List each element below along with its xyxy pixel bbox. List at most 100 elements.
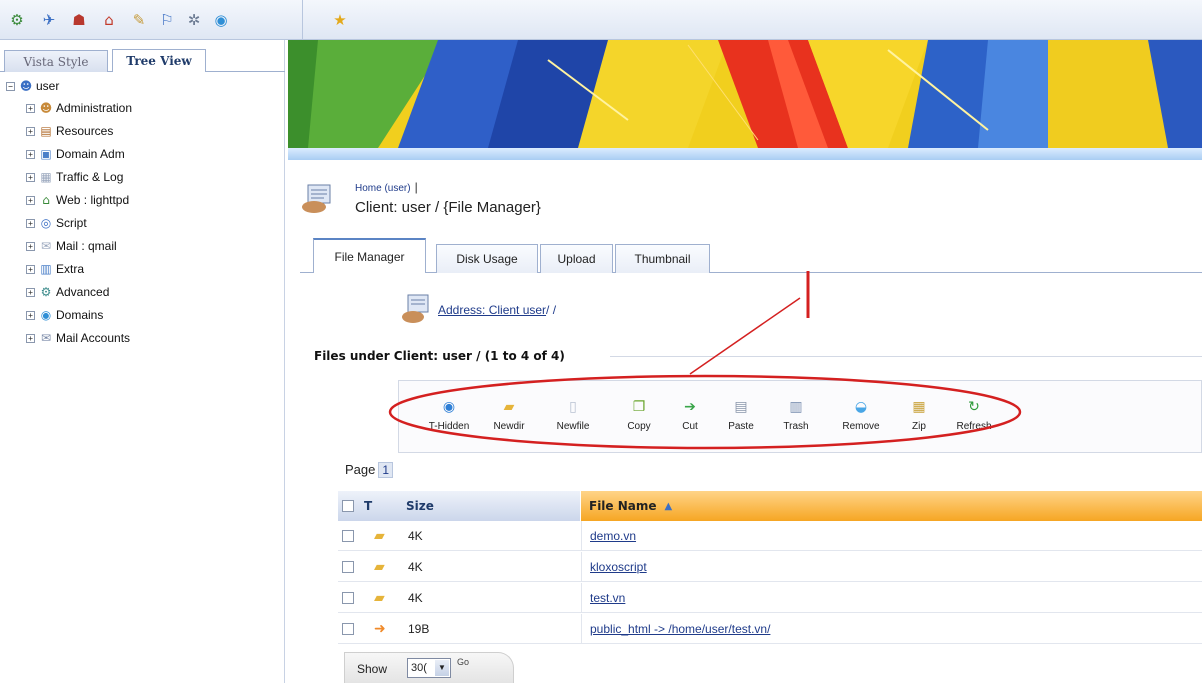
tree-item[interactable]: + ◎ Script: [26, 213, 87, 233]
action-label: Remove: [842, 421, 880, 432]
expand-icon[interactable]: +: [26, 149, 35, 159]
address-link[interactable]: Address: Client user: [438, 303, 546, 317]
tree-item[interactable]: + ✉ Mail Accounts: [26, 328, 130, 348]
grid-header: T Size File Name ▲: [338, 491, 1202, 521]
column-type[interactable]: T: [364, 499, 372, 513]
globe-icon[interactable]: ◉: [212, 11, 230, 29]
tree-item-label: Domains: [56, 308, 104, 322]
table-row[interactable]: ▰ 4K test.vn: [338, 583, 1202, 613]
file-name-link[interactable]: kloxoscript: [590, 560, 647, 574]
folder-icon: ▰: [374, 590, 385, 606]
bird-icon[interactable]: ✈: [40, 11, 58, 29]
collapse-icon[interactable]: −: [6, 81, 15, 91]
tree-item[interactable]: + ⌂ Web : lighttpd: [26, 190, 129, 210]
expand-icon[interactable]: +: [26, 218, 35, 228]
toolbar-divider: [302, 0, 303, 40]
file-name-link[interactable]: demo.vn: [590, 529, 636, 543]
tree-item-label: Web : lighttpd: [56, 193, 130, 207]
expand-icon[interactable]: +: [26, 195, 35, 205]
go-button[interactable]: Go: [457, 657, 469, 667]
table-row[interactable]: ➜ 19B public_html -> /home/user/test.vn/: [338, 614, 1202, 644]
tab-disk-usage[interactable]: Disk Usage: [436, 244, 538, 273]
tree-item-label: Administration: [56, 101, 133, 115]
tree-item[interactable]: + ▤ Resources: [26, 121, 113, 141]
extra-icon: ▥: [40, 262, 52, 276]
expand-icon[interactable]: +: [26, 126, 35, 136]
folder-icon: ▰: [374, 559, 385, 575]
column-size[interactable]: Size: [406, 499, 434, 513]
expand-icon[interactable]: +: [26, 241, 35, 251]
refresh-button[interactable]: ↻ Refresh: [948, 399, 1000, 432]
tab-thumbnail[interactable]: Thumbnail: [615, 244, 710, 273]
file-name-cell: public_html -> /home/user/test.vn/: [581, 614, 1202, 644]
sort-asc-icon: ▲: [664, 500, 673, 512]
newfile-button[interactable]: ▯ Newfile: [547, 399, 599, 432]
app-window: ⚙ ✈ ☗ ⌂ ✎ ⚐ ✲ ◉ ★ Vista Style Tree View …: [0, 0, 1202, 683]
tree-root[interactable]: − ☻ user: [6, 76, 59, 96]
page-size-value: 30(: [411, 662, 427, 674]
row-checkbox[interactable]: [342, 530, 354, 542]
tools-icon[interactable]: ✎: [130, 11, 148, 29]
tree-item[interactable]: + ▥ Extra: [26, 259, 84, 279]
remove-button[interactable]: ◒ Remove: [835, 399, 887, 432]
file-size: 19B: [408, 622, 430, 636]
row-checkbox[interactable]: [342, 561, 354, 573]
t-hidden-button[interactable]: ◉ T-Hidden: [423, 399, 475, 432]
expand-icon[interactable]: +: [26, 103, 35, 113]
star-icon[interactable]: ★: [331, 11, 349, 29]
expand-icon[interactable]: +: [26, 310, 35, 320]
tree-item[interactable]: + ✉ Mail : qmail: [26, 236, 117, 256]
address-suffix: / /: [546, 303, 557, 317]
breadcrumb-home[interactable]: Home (user): [355, 183, 411, 194]
folder-icon: ▰: [374, 528, 385, 544]
tree-item[interactable]: + ▣ Domain Adm: [26, 144, 125, 164]
tab-tree-view[interactable]: Tree View: [112, 49, 206, 72]
paste-button[interactable]: ▤ Paste: [715, 399, 767, 432]
file-name-link[interactable]: public_html -> /home/user/test.vn/: [590, 622, 770, 636]
user-icon[interactable]: ☗: [70, 11, 88, 29]
help-icon[interactable]: ⚐: [158, 11, 176, 29]
row-checkbox[interactable]: [342, 623, 354, 635]
select-all-checkbox[interactable]: [342, 500, 354, 512]
column-file-name[interactable]: File Name ▲: [581, 491, 1202, 521]
left-tabs: Vista Style Tree View: [0, 48, 285, 72]
advanced-icon: ⚙: [40, 285, 52, 299]
trash-button[interactable]: ▥ Trash: [770, 399, 822, 432]
tab-file-manager[interactable]: File Manager: [313, 238, 426, 273]
tree-item[interactable]: + ⚙ Advanced: [26, 282, 109, 302]
expand-icon[interactable]: +: [26, 287, 35, 297]
tab-vista-style[interactable]: Vista Style: [4, 50, 108, 72]
grid-header-left: T Size: [338, 491, 581, 521]
page-size-select[interactable]: 30( ▼: [407, 658, 451, 678]
gears-icon[interactable]: ✲: [185, 11, 203, 29]
newdir-button[interactable]: ▰ Newdir: [483, 399, 535, 432]
file-size: 4K: [408, 529, 423, 543]
tree-item-label: Script: [56, 216, 87, 230]
tree-item[interactable]: + ◉ Domains: [26, 305, 103, 325]
tab-upload[interactable]: Upload: [540, 244, 613, 273]
feathers-graphic: [288, 40, 1202, 148]
table-row[interactable]: ▰ 4K kloxoscript: [338, 552, 1202, 582]
tree-item-label: Extra: [56, 262, 85, 276]
settings-icon[interactable]: ⚙: [8, 11, 26, 29]
action-label: Trash: [783, 421, 809, 432]
cut-icon: ➔: [684, 399, 696, 415]
row-checkbox[interactable]: [342, 592, 354, 604]
copy-button[interactable]: ❐ Copy: [613, 399, 665, 432]
expand-icon[interactable]: +: [26, 264, 35, 274]
cut-button[interactable]: ➔ Cut: [664, 399, 716, 432]
file-name-cell: test.vn: [581, 583, 1202, 613]
expand-icon[interactable]: +: [26, 333, 35, 343]
file-name-link[interactable]: test.vn: [590, 591, 625, 605]
home-icon[interactable]: ⌂: [100, 11, 118, 29]
zip-button[interactable]: ▦ Zip: [893, 399, 945, 432]
expand-icon[interactable]: +: [26, 172, 35, 182]
table-row[interactable]: ▰ 4K demo.vn: [338, 521, 1202, 551]
file-name-cell: kloxoscript: [581, 552, 1202, 582]
domains-icon: ◉: [40, 308, 52, 322]
action-label: Newfile: [556, 421, 590, 432]
page-number[interactable]: 1: [378, 462, 394, 478]
chevron-down-icon[interactable]: ▼: [435, 660, 449, 676]
tree-item[interactable]: + ▦ Traffic & Log: [26, 167, 123, 187]
tree-item[interactable]: + ☻ Administration: [26, 98, 132, 118]
